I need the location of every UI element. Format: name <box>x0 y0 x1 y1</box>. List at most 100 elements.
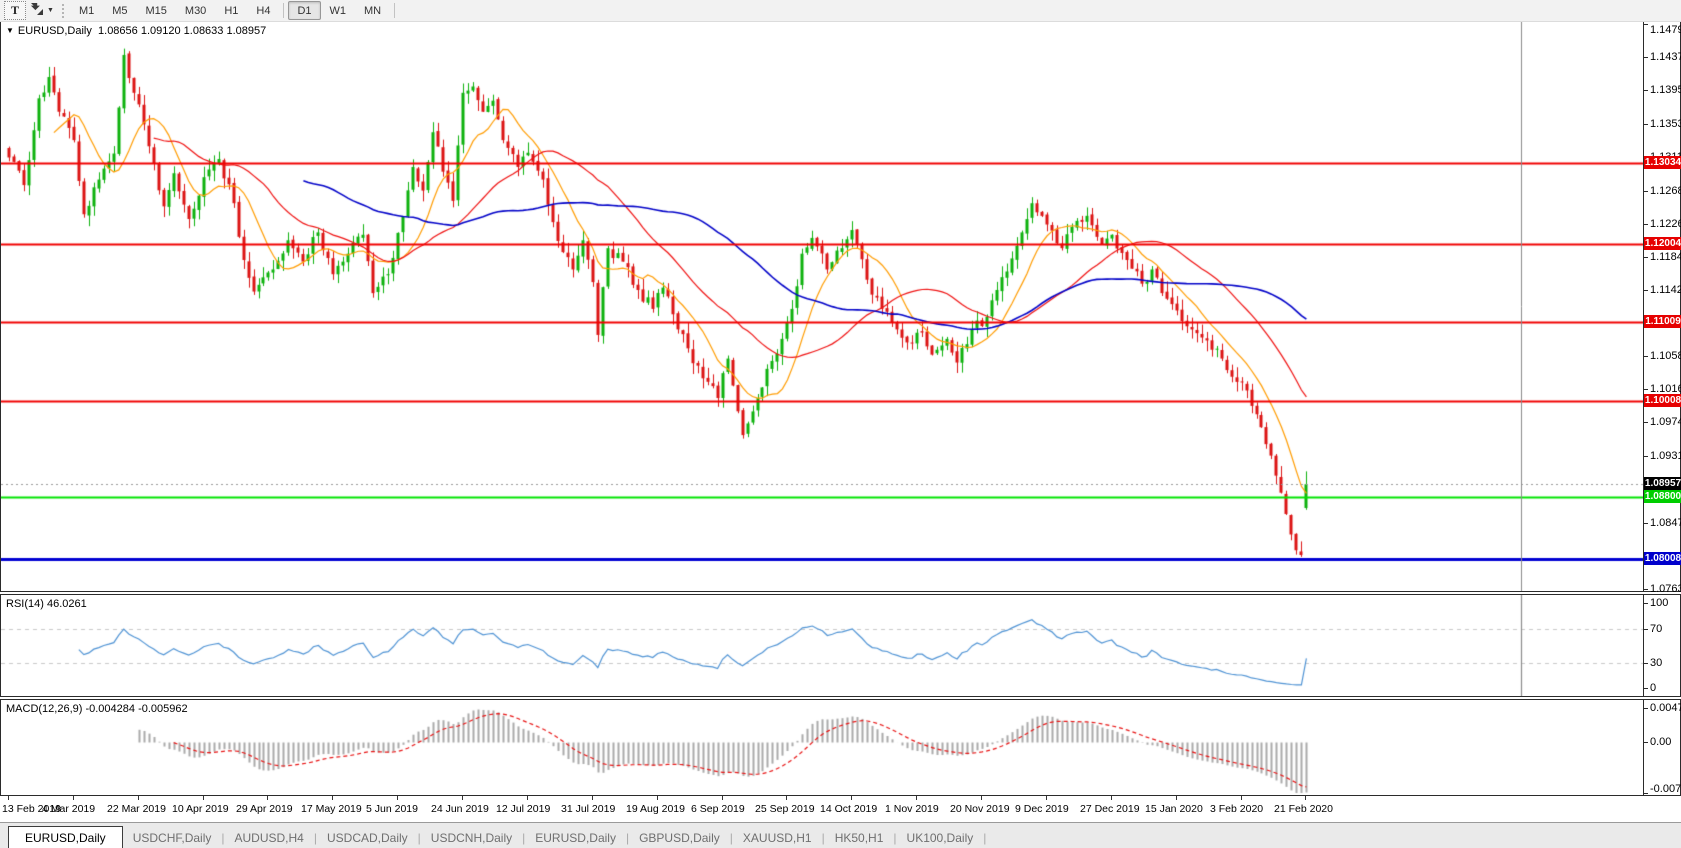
hline-price-badge: 1.10008 <box>1644 394 1681 407</box>
price-axis-tick <box>1644 257 1648 258</box>
toolbar-grip[interactable] <box>61 3 64 18</box>
macd-panel: MACD(12,26,9) -0.004284 -0.005962 0.0047… <box>0 699 1681 796</box>
date-axis-tick <box>267 796 268 800</box>
chart-tab-usdcnh-daily[interactable]: USDCNH,Daily <box>421 827 522 848</box>
date-axis-tick <box>203 796 204 800</box>
timeframe-button-m5[interactable]: M5 <box>103 1 136 20</box>
chart-tab-xauusd-h1[interactable]: XAUUSD,H1 <box>733 827 822 848</box>
main-chart-panel: ▼ EURUSD,Daily 1.08656 1.09120 1.08633 1.… <box>0 21 1681 595</box>
chart-tab-eurusd-daily[interactable]: EURUSD,Daily <box>8 826 123 848</box>
timeframe-button-m1[interactable]: M1 <box>70 1 103 20</box>
date-axis-tick <box>1305 796 1306 800</box>
rsi-chart-canvas[interactable] <box>1 595 1643 696</box>
hline-price-badge: 1.08800 <box>1644 490 1681 503</box>
price-axis-label: 1.13950 <box>1650 84 1681 96</box>
rsi-axis-label: 100 <box>1650 597 1669 609</box>
current-price-badge: 1.08957 <box>1644 477 1681 490</box>
arrow-objects-button[interactable]: ▼ <box>30 2 54 19</box>
date-axis-tick <box>722 796 723 800</box>
date-axis-label: 17 May 2019 <box>301 803 362 815</box>
date-axis-tick <box>657 796 658 800</box>
rsi-axis-line <box>1643 595 1644 696</box>
date-axis-tick <box>332 796 333 800</box>
date-axis-label: 19 Aug 2019 <box>626 803 685 815</box>
date-axis-tick <box>981 796 982 800</box>
date-axis-tick <box>1111 796 1112 800</box>
date-axis-label: 6 Sep 2019 <box>691 803 745 815</box>
symbol-caret-icon: ▼ <box>6 26 14 35</box>
date-axis: 13 Feb 2019 4 Mar 2019 22 Mar 2019 10 Apr 2… <box>0 796 1681 822</box>
timeframe-button-w1[interactable]: W1 <box>321 1 356 20</box>
rsi-axis-label: 30 <box>1650 657 1663 669</box>
chart-ohlc-header: ▼ EURUSD,Daily 1.08656 1.09120 1.08633 1.… <box>6 25 266 37</box>
toolbar-separator <box>283 3 285 18</box>
chart-tab-eurusd-daily[interactable]: EURUSD,Daily <box>525 827 626 848</box>
timeframe-button-d1[interactable]: D1 <box>288 1 321 20</box>
chart-tab-bar: EURUSD,Daily USDCHF,Daily | AUDUSD,H4 | USDCA… <box>0 822 1681 848</box>
date-axis-label: 25 Sep 2019 <box>755 803 815 815</box>
rsi-header: RSI(14) 46.0261 <box>6 598 87 610</box>
date-axis-label: 29 Apr 2019 <box>236 803 293 815</box>
rsi-axis-tick <box>1644 688 1648 689</box>
date-axis-tick <box>1176 796 1177 800</box>
macd-axis-label: 0.004738 <box>1650 702 1681 714</box>
hline-price-badge: 1.12004 <box>1644 237 1681 250</box>
price-axis-tick <box>1644 191 1648 192</box>
price-axis-line <box>1643 22 1644 591</box>
chart-tab-gbpusd-daily[interactable]: GBPUSD,Daily <box>629 827 730 848</box>
date-axis-tick <box>73 796 74 800</box>
date-axis-tick <box>1241 796 1242 800</box>
price-axis-tick <box>1644 356 1648 357</box>
chart-ohlc-values: 1.08656 1.09120 1.08633 1.08957 <box>98 25 267 37</box>
price-axis-tick <box>1644 422 1648 423</box>
macd-axis-line <box>1643 700 1644 795</box>
chart-tab-usdcad-daily[interactable]: USDCAD,Daily <box>317 827 418 848</box>
price-axis-tick <box>1644 124 1648 125</box>
date-axis-label: 12 Jul 2019 <box>496 803 551 815</box>
chart-tab-hk50-h1[interactable]: HK50,H1 <box>825 827 894 848</box>
date-axis-tick <box>851 796 852 800</box>
timeframe-button-m30[interactable]: M30 <box>176 1 215 20</box>
chart-tab-audusd-h4[interactable]: AUDUSD,H4 <box>225 827 314 848</box>
macd-header: MACD(12,26,9) -0.004284 -0.005962 <box>6 703 188 715</box>
price-chart-canvas[interactable] <box>1 22 1643 591</box>
rsi-panel: RSI(14) 46.0261 100 70 30 0 <box>0 594 1681 697</box>
toolbar-separator <box>394 3 396 18</box>
chart-tab-usdchf-daily[interactable]: USDCHF,Daily <box>123 827 222 848</box>
date-axis-label: 20 Nov 2019 <box>950 803 1010 815</box>
price-axis-label: 1.11420 <box>1650 284 1681 296</box>
price-axis-label: 1.12680 <box>1650 185 1681 197</box>
timeframe-button-h1[interactable]: H1 <box>215 1 247 20</box>
hline-price-badge: 1.08008 <box>1644 552 1681 565</box>
rsi-axis-label: 70 <box>1650 623 1663 635</box>
macd-axis-label: 0.00 <box>1650 736 1672 748</box>
date-axis-tick <box>397 796 398 800</box>
timeframe-button-mn[interactable]: MN <box>355 1 390 20</box>
price-axis-tick <box>1644 589 1648 590</box>
rsi-axis-tick <box>1644 629 1648 630</box>
date-axis-label: 31 Jul 2019 <box>561 803 616 815</box>
text-tool-button[interactable]: T <box>4 1 26 20</box>
price-axis-tick <box>1644 523 1648 524</box>
price-axis-label: 1.10580 <box>1650 350 1681 362</box>
price-axis-tick <box>1644 224 1648 225</box>
chart-tab-uk100-daily[interactable]: UK100,Daily <box>897 827 984 848</box>
date-axis-label: 5 Jun 2019 <box>366 803 418 815</box>
macd-axis-tick <box>1644 742 1648 743</box>
hline-price-badge: 1.11009 <box>1644 315 1681 328</box>
date-axis-label: 4 Mar 2019 <box>42 803 96 815</box>
rsi-axis-label: 0 <box>1650 682 1657 694</box>
rsi-axis-tick <box>1644 663 1648 664</box>
macd-chart-canvas[interactable] <box>1 700 1643 795</box>
timeframe-button-m15[interactable]: M15 <box>137 1 176 20</box>
date-axis-tick <box>462 796 463 800</box>
macd-axis-tick <box>1644 708 1648 709</box>
price-axis-label: 1.14790 <box>1650 24 1681 36</box>
timeframe-toolbar: M1 M5 M15 M30 H1 H4 D1 W1 MN <box>70 1 399 20</box>
date-axis-label: 10 Apr 2019 <box>172 803 229 815</box>
timeframe-button-h4[interactable]: H4 <box>247 1 279 20</box>
date-axis-tick <box>527 796 528 800</box>
price-axis-label: 1.08470 <box>1650 517 1681 529</box>
date-axis-tick <box>916 796 917 800</box>
macd-axis-label: -0.007584 <box>1650 783 1681 795</box>
